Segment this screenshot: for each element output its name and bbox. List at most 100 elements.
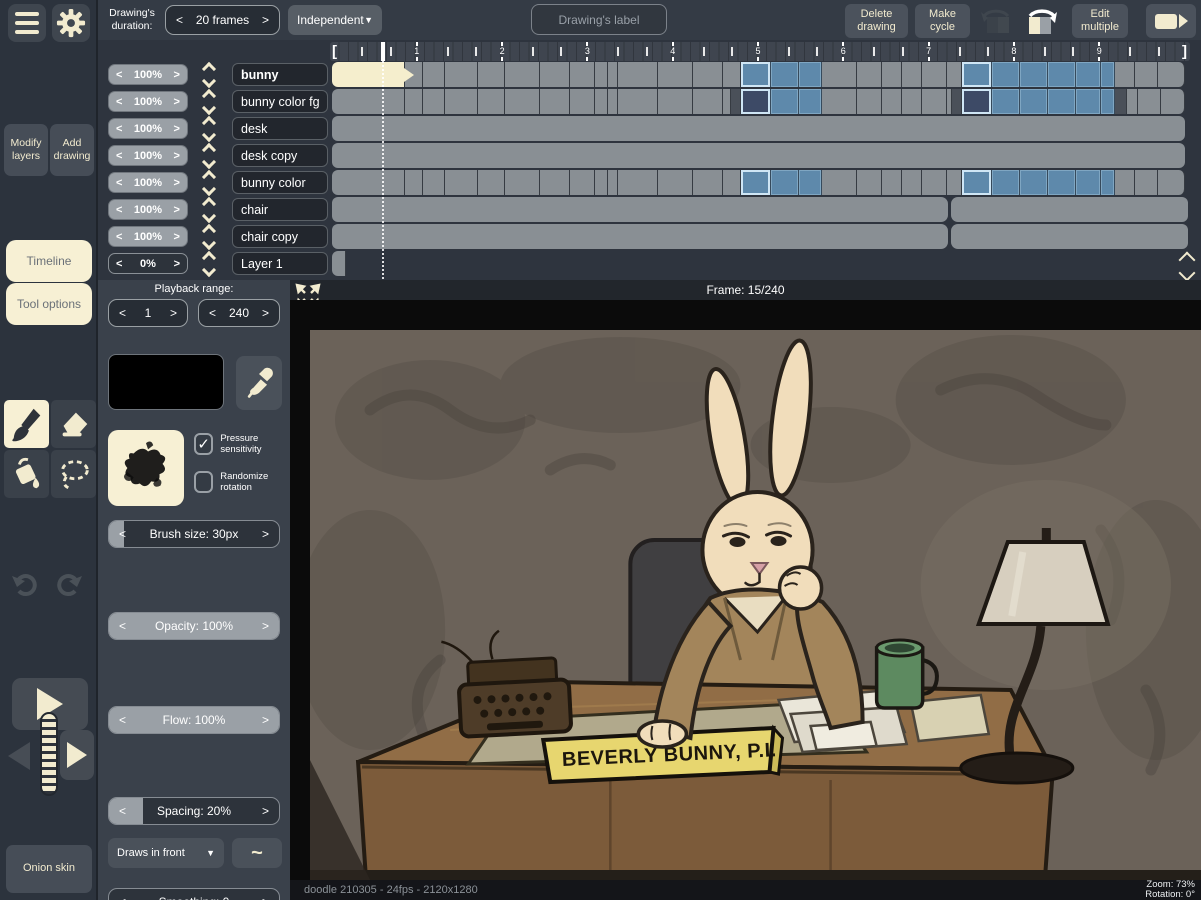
timeline-cell[interactable] (731, 89, 741, 114)
timeline-cell[interactable] (608, 89, 618, 114)
opacity-slider[interactable]: < Opacity: 100% > (108, 612, 280, 640)
playback-start-increase[interactable]: > (170, 306, 177, 320)
timeline-cell[interactable] (962, 89, 992, 114)
brush-tool-button[interactable] (4, 400, 49, 448)
timeline-cell[interactable] (332, 224, 948, 249)
timeline-cell[interactable] (902, 89, 922, 114)
current-color-swatch[interactable] (108, 354, 224, 410)
timeline-cell[interactable] (947, 170, 962, 195)
layer-reorder-button[interactable] (194, 169, 224, 196)
timeline-cell[interactable] (445, 89, 478, 114)
frame-scrubber[interactable] (40, 712, 58, 796)
brush-texture-preview[interactable] (108, 430, 184, 506)
timeline-cell[interactable] (1076, 89, 1101, 114)
timeline-cell[interactable] (1048, 62, 1076, 87)
stroke-taper-button[interactable]: ~ (232, 838, 282, 868)
timeline-cell[interactable] (1020, 170, 1048, 195)
timeline-cell[interactable] (570, 89, 595, 114)
timeline-cell[interactable] (332, 251, 346, 276)
timeline-cell[interactable] (570, 170, 595, 195)
timeline-cell[interactable] (992, 89, 1020, 114)
timeline-cell[interactable] (1138, 89, 1161, 114)
playhead[interactable] (381, 42, 385, 61)
spacing-slider[interactable]: < Spacing: 20% > (108, 797, 280, 825)
mode-dropdown[interactable]: Independent ▼ (288, 5, 382, 35)
timeline-cell[interactable] (505, 62, 540, 87)
timeline-cell[interactable] (1127, 89, 1138, 114)
timeline-cell[interactable] (857, 89, 882, 114)
pressure-sensitivity-checkbox[interactable]: ✓ Pressure sensitivity (194, 433, 290, 455)
timeline-cell[interactable] (1161, 89, 1185, 114)
timeline-cell[interactable] (405, 89, 423, 114)
tab-tool-options[interactable]: Tool options (6, 283, 92, 325)
next-frame-button[interactable] (60, 730, 94, 780)
timeline-cell[interactable] (882, 170, 902, 195)
timeline-cell[interactable] (857, 170, 882, 195)
eraser-tool-button[interactable] (51, 400, 96, 448)
timeline-cell[interactable] (505, 170, 540, 195)
timeline-cell[interactable] (822, 170, 857, 195)
timeline-cell[interactable] (1048, 89, 1076, 114)
layer-name-button[interactable]: bunny color (232, 171, 328, 194)
eyedropper-button[interactable] (236, 356, 282, 410)
timeline-cell[interactable] (882, 89, 902, 114)
layer-opacity-stepper[interactable]: <100% > (108, 118, 188, 139)
layer-opacity-stepper[interactable]: <100% > (108, 64, 188, 85)
timeline-cell[interactable] (1048, 170, 1076, 195)
timeline-ruler[interactable]: [ ] 1 2 3 4 5 6 7 8 9 (330, 42, 1190, 61)
drawing-duration-stepper[interactable]: < 20 frames > (165, 5, 280, 35)
layer-opacity-stepper[interactable]: <100% > (108, 199, 188, 220)
timeline-cell[interactable] (693, 170, 723, 195)
timeline-cell[interactable] (618, 62, 658, 87)
undo-button[interactable] (10, 570, 38, 605)
timeline-cell[interactable] (1101, 89, 1115, 114)
timeline-cell[interactable] (723, 89, 731, 114)
playback-end-stepper[interactable]: < 240 > (198, 299, 280, 327)
timeline-cell[interactable] (1158, 170, 1185, 195)
previous-frame-button[interactable] (8, 742, 30, 770)
timeline-cell[interactable] (723, 62, 741, 87)
duration-decrease[interactable]: < (176, 13, 183, 27)
brush-size-slider[interactable]: < Brush size: 30px > (108, 520, 280, 548)
camera-button[interactable] (1146, 4, 1196, 38)
timeline-cell[interactable] (1135, 62, 1158, 87)
timeline-cell[interactable] (423, 62, 445, 87)
timeline-cell[interactable] (595, 170, 608, 195)
modify-layers-button[interactable]: Modify layers (4, 124, 48, 176)
playback-end-decrease[interactable]: < (209, 306, 216, 320)
layer-name-button[interactable]: chair copy (232, 225, 328, 248)
edit-multiple-button[interactable]: Edit multiple (1072, 4, 1128, 38)
timeline-cell[interactable] (478, 170, 505, 195)
timeline-cell[interactable] (540, 89, 570, 114)
timeline-cell[interactable] (332, 143, 1185, 168)
timeline-cell[interactable] (947, 62, 962, 87)
add-drawing-button[interactable]: Add drawing (50, 124, 94, 176)
timeline-cell[interactable] (1020, 62, 1048, 87)
playback-start-decrease[interactable]: < (119, 306, 126, 320)
timeline-cell[interactable] (1076, 170, 1101, 195)
layer-reorder-button[interactable] (194, 250, 224, 277)
timeline-collapse-button[interactable] (1178, 251, 1196, 282)
redo-button[interactable] (56, 570, 84, 605)
drawing-canvas[interactable]: BEVERLY BUNNY, P.I. (290, 300, 1201, 880)
timeline-cell[interactable] (771, 62, 799, 87)
timeline-cell[interactable] (618, 89, 658, 114)
timeline-cell[interactable] (332, 116, 1185, 141)
timeline-cell[interactable] (658, 170, 693, 195)
timeline-cell[interactable] (658, 89, 693, 114)
timeline-cell[interactable] (992, 62, 1020, 87)
timeline-cell[interactable] (1115, 62, 1135, 87)
layer-opacity-stepper[interactable]: <100% > (108, 226, 188, 247)
timeline-cell[interactable] (962, 170, 992, 195)
timeline-cell[interactable] (922, 62, 947, 87)
timeline-cell[interactable] (952, 89, 962, 114)
timeline-cell[interactable] (445, 62, 478, 87)
timeline-cell[interactable] (423, 89, 445, 114)
timeline-cell[interactable] (693, 89, 723, 114)
timeline-cell[interactable] (478, 89, 505, 114)
timeline-cell[interactable] (741, 62, 771, 87)
timeline-cell[interactable] (741, 89, 771, 114)
flow-slider[interactable]: < Flow: 100% > (108, 706, 280, 734)
timeline-cell[interactable] (741, 170, 771, 195)
timeline-cell[interactable] (962, 62, 992, 87)
